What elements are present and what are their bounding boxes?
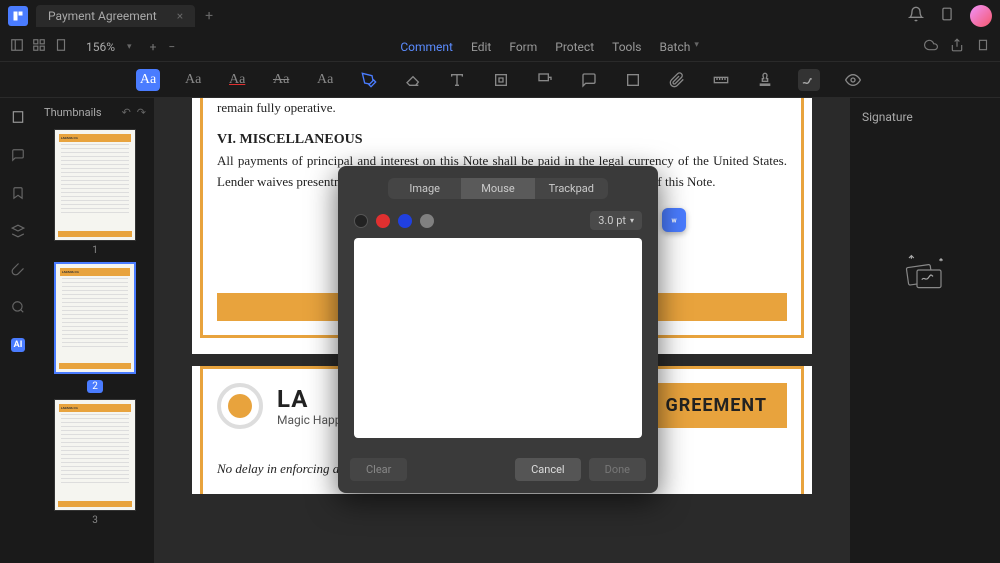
- eraser-tool[interactable]: [402, 69, 424, 91]
- thumb-number: 3: [54, 515, 136, 526]
- clear-button[interactable]: Clear: [350, 458, 407, 481]
- rotate-left-icon[interactable]: ↶: [122, 106, 131, 119]
- top-toolbar: 156% ▾ + − Comment Edit Form Protect Too…: [0, 32, 1000, 62]
- close-tab-icon[interactable]: ×: [177, 9, 183, 23]
- thumbnail-1[interactable]: LARANA CO. 1: [54, 129, 136, 256]
- stamp-tool[interactable]: [754, 69, 776, 91]
- textbox-tool[interactable]: [446, 69, 468, 91]
- doc-heading: VI. MISCELLANEOUS: [217, 129, 787, 151]
- attach-tool[interactable]: [666, 69, 688, 91]
- color-black[interactable]: [354, 214, 368, 228]
- note-tool[interactable]: [578, 69, 600, 91]
- tab-mouse[interactable]: Mouse: [461, 178, 534, 199]
- layers-icon[interactable]: [11, 224, 25, 242]
- zoom-dropdown-icon[interactable]: ▾: [127, 42, 132, 52]
- thumb-number: 1: [54, 245, 136, 256]
- left-rail: AI: [0, 98, 36, 563]
- signature-panel: Signature: [850, 98, 1000, 563]
- rotate-right-icon[interactable]: ↷: [137, 106, 146, 119]
- cancel-button[interactable]: Cancel: [515, 458, 580, 481]
- signature-modal: Image Mouse Trackpad 3.0 pt ▾ Clear Canc…: [338, 166, 658, 493]
- stroke-width-select[interactable]: 3.0 pt ▾: [590, 211, 642, 230]
- ai-badge[interactable]: AI: [11, 338, 26, 352]
- thumb-number: 2: [87, 380, 103, 393]
- share-icon[interactable]: [950, 38, 964, 55]
- panel-icon[interactable]: [10, 38, 24, 55]
- menu-tools[interactable]: Tools: [612, 40, 641, 54]
- attachments-icon[interactable]: [11, 262, 25, 280]
- word-badge[interactable]: W: [662, 208, 686, 232]
- batch-dropdown-icon[interactable]: ▾: [694, 40, 699, 54]
- chevron-down-icon: ▾: [630, 216, 634, 225]
- device-icon[interactable]: [940, 6, 954, 26]
- user-avatar[interactable]: [970, 5, 992, 27]
- color-blue[interactable]: [398, 214, 412, 228]
- bookmarks-icon[interactable]: [11, 186, 25, 204]
- modal-tabs: Image Mouse Trackpad: [388, 178, 608, 199]
- menu-batch[interactable]: Batch: [660, 40, 691, 54]
- main-menu: Comment Edit Form Protect Tools Batch ▾: [400, 40, 699, 54]
- thumbnails-panel: Thumbnails ↶ ↷ LARANA CO. 1 LARANA CO. 2…: [36, 98, 154, 563]
- measure-tool[interactable]: [710, 69, 732, 91]
- zoom-in-icon[interactable]: +: [150, 40, 157, 54]
- comments-icon[interactable]: [11, 148, 25, 166]
- cloud-icon[interactable]: [924, 38, 938, 55]
- app-logo: [8, 6, 28, 26]
- thumbnails-title: Thumbnails: [44, 106, 102, 119]
- doc-line: remain fully operative.: [217, 98, 787, 119]
- menu-form[interactable]: Form: [509, 40, 537, 54]
- pen-tool[interactable]: [358, 69, 380, 91]
- zoom-out-icon[interactable]: −: [168, 40, 175, 54]
- tab-image[interactable]: Image: [388, 178, 461, 199]
- document-tab[interactable]: Payment Agreement ×: [36, 5, 195, 27]
- highlight-tool[interactable]: Aa: [136, 69, 160, 91]
- callout-tool[interactable]: [534, 69, 556, 91]
- print-icon[interactable]: [976, 38, 990, 55]
- tab-title: Payment Agreement: [48, 9, 157, 23]
- color-gray[interactable]: [420, 214, 434, 228]
- thumbnail-2[interactable]: LARANA CO. 2: [54, 262, 136, 393]
- annotation-toolbar: Aa Aa Aa Aa Aa: [0, 62, 1000, 98]
- tab-trackpad[interactable]: Trackpad: [535, 178, 608, 199]
- titlebar: Payment Agreement × +: [0, 0, 1000, 32]
- color-red[interactable]: [376, 214, 390, 228]
- notification-icon[interactable]: [908, 6, 924, 26]
- add-tab-button[interactable]: +: [205, 8, 213, 24]
- menu-edit[interactable]: Edit: [471, 40, 491, 54]
- menu-comment[interactable]: Comment: [400, 40, 453, 54]
- menu-protect[interactable]: Protect: [555, 40, 594, 54]
- eye-tool[interactable]: [842, 69, 864, 91]
- text-tool[interactable]: Aa: [182, 69, 204, 91]
- shape-tool[interactable]: [622, 69, 644, 91]
- signature-canvas[interactable]: [354, 238, 642, 438]
- grid-icon[interactable]: [32, 38, 46, 55]
- underline-tool[interactable]: Aa: [226, 69, 248, 91]
- zoom-level[interactable]: 156%: [86, 40, 115, 54]
- strikethrough-tool[interactable]: Aa: [270, 69, 292, 91]
- panel-title: Signature: [862, 110, 988, 124]
- squiggle-tool[interactable]: Aa: [314, 69, 336, 91]
- thumbnail-3[interactable]: LARANA CO. 3: [54, 399, 136, 526]
- agreement-title: GREEMENT: [645, 383, 787, 428]
- signature-tool[interactable]: [798, 69, 820, 91]
- page-icon[interactable]: [54, 38, 68, 55]
- area-tool[interactable]: [490, 69, 512, 91]
- thumbnails-icon[interactable]: [11, 110, 25, 128]
- search-icon[interactable]: [11, 300, 25, 318]
- company-logo: [217, 383, 263, 429]
- done-button[interactable]: Done: [589, 458, 646, 481]
- svg-text:W: W: [671, 218, 676, 224]
- signature-illustration: [862, 254, 988, 294]
